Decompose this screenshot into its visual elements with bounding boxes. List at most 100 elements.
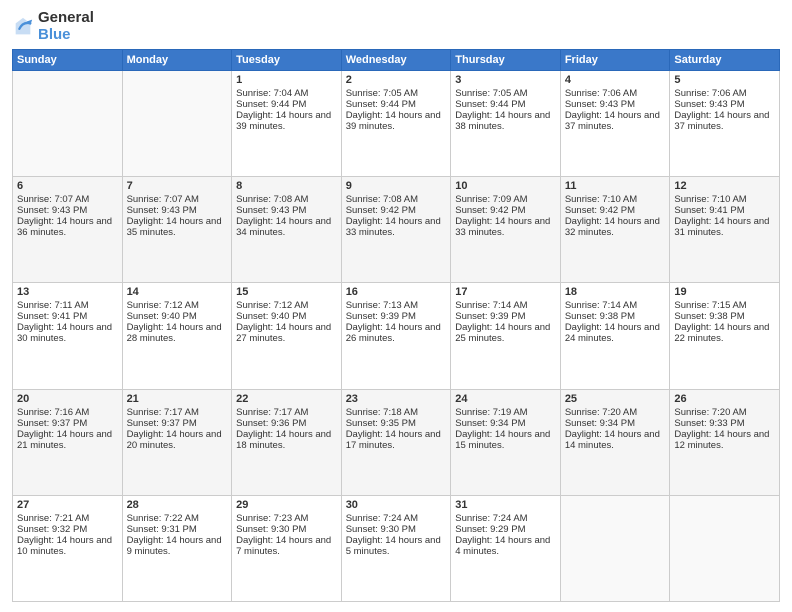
sunrise-text: Sunrise: 7:10 AM [565,194,666,205]
weekday-header-sunday: Sunday [13,50,123,71]
daylight-text: Daylight: 14 hours and 31 minutes. [674,216,775,238]
day-number: 20 [17,393,118,405]
daylight-text: Daylight: 14 hours and 12 minutes. [674,429,775,451]
sunset-text: Sunset: 9:35 PM [346,418,447,429]
calendar-cell: 10Sunrise: 7:09 AMSunset: 9:42 PMDayligh… [451,177,561,283]
daylight-text: Daylight: 14 hours and 37 minutes. [565,110,666,132]
sunset-text: Sunset: 9:40 PM [236,311,337,322]
calendar-cell: 13Sunrise: 7:11 AMSunset: 9:41 PMDayligh… [13,283,123,389]
sunset-text: Sunset: 9:43 PM [236,205,337,216]
sunset-text: Sunset: 9:43 PM [127,205,228,216]
sunset-text: Sunset: 9:44 PM [346,99,447,110]
daylight-text: Daylight: 14 hours and 39 minutes. [236,110,337,132]
day-number: 16 [346,286,447,298]
daylight-text: Daylight: 14 hours and 32 minutes. [565,216,666,238]
calendar-cell: 7Sunrise: 7:07 AMSunset: 9:43 PMDaylight… [122,177,232,283]
logo-text: General Blue [38,10,94,43]
sunset-text: Sunset: 9:41 PM [17,311,118,322]
day-number: 6 [17,180,118,192]
sunrise-text: Sunrise: 7:05 AM [455,88,556,99]
sunset-text: Sunset: 9:43 PM [17,205,118,216]
sunrise-text: Sunrise: 7:08 AM [346,194,447,205]
sunset-text: Sunset: 9:44 PM [236,99,337,110]
weekday-header-wednesday: Wednesday [341,50,451,71]
daylight-text: Daylight: 14 hours and 4 minutes. [455,535,556,557]
calendar-cell: 4Sunrise: 7:06 AMSunset: 9:43 PMDaylight… [560,71,670,177]
sunset-text: Sunset: 9:43 PM [674,99,775,110]
daylight-text: Daylight: 14 hours and 20 minutes. [127,429,228,451]
page: General Blue SundayMondayTuesdayWednesda… [0,0,792,612]
day-number: 2 [346,74,447,86]
daylight-text: Daylight: 14 hours and 18 minutes. [236,429,337,451]
logo-icon [12,16,34,38]
calendar-cell: 3Sunrise: 7:05 AMSunset: 9:44 PMDaylight… [451,71,561,177]
calendar-cell: 15Sunrise: 7:12 AMSunset: 9:40 PMDayligh… [232,283,342,389]
sunset-text: Sunset: 9:37 PM [17,418,118,429]
calendar-cell: 5Sunrise: 7:06 AMSunset: 9:43 PMDaylight… [670,71,780,177]
sunrise-text: Sunrise: 7:14 AM [455,300,556,311]
day-number: 11 [565,180,666,192]
calendar-cell: 1Sunrise: 7:04 AMSunset: 9:44 PMDaylight… [232,71,342,177]
day-number: 26 [674,393,775,405]
daylight-text: Daylight: 14 hours and 14 minutes. [565,429,666,451]
calendar-cell [122,71,232,177]
sunrise-text: Sunrise: 7:15 AM [674,300,775,311]
day-number: 12 [674,180,775,192]
daylight-text: Daylight: 14 hours and 33 minutes. [346,216,447,238]
calendar: SundayMondayTuesdayWednesdayThursdayFrid… [12,49,780,602]
weekday-header-thursday: Thursday [451,50,561,71]
day-number: 13 [17,286,118,298]
sunset-text: Sunset: 9:42 PM [565,205,666,216]
day-number: 5 [674,74,775,86]
daylight-text: Daylight: 14 hours and 33 minutes. [455,216,556,238]
daylight-text: Daylight: 14 hours and 27 minutes. [236,322,337,344]
daylight-text: Daylight: 14 hours and 9 minutes. [127,535,228,557]
calendar-cell: 23 Sunrise: 7:18 AMSunset: 9:35 PMDayligh… [341,389,451,495]
weekday-header-tuesday: Tuesday [232,50,342,71]
calendar-cell: 8Sunrise: 7:08 AMSunset: 9:43 PMDaylight… [232,177,342,283]
day-number: 18 [565,286,666,298]
daylight-text: Daylight: 14 hours and 5 minutes. [346,535,447,557]
day-number: 25 [565,393,666,405]
calendar-cell: 29Sunrise: 7:23 AMSunset: 9:30 PMDayligh… [232,495,342,601]
sunset-text: Sunset: 9:42 PM [455,205,556,216]
day-number: 17 [455,286,556,298]
sunset-text: Sunset: 9:38 PM [674,311,775,322]
daylight-text: Daylight: 14 hours and 37 minutes. [674,110,775,132]
weekday-header-friday: Friday [560,50,670,71]
day-number: 27 [17,499,118,511]
sunrise-text: Sunrise: 7:22 AM [127,513,228,524]
sunrise-text: Sunrise: 7:07 AM [17,194,118,205]
calendar-cell: 16Sunrise: 7:13 AMSunset: 9:39 PMDayligh… [341,283,451,389]
sunrise-text: Sunrise: 7:17 AM [236,407,337,418]
daylight-text: Daylight: 14 hours and 7 minutes. [236,535,337,557]
sunrise-text: Sunrise: 7:07 AM [127,194,228,205]
sunset-text: Sunset: 9:30 PM [236,524,337,535]
sunrise-text: Sunrise: 7:23 AM [236,513,337,524]
sunset-text: Sunset: 9:36 PM [236,418,337,429]
week-row-4: 20Sunrise: 7:16 AMSunset: 9:37 PMDayligh… [13,389,780,495]
sunset-text: Sunset: 9:42 PM [346,205,447,216]
sunrise-text: Sunrise: 7:18 AM [346,407,447,418]
daylight-text: Daylight: 14 hours and 22 minutes. [674,322,775,344]
calendar-cell: 21Sunrise: 7:17 AMSunset: 9:37 PMDayligh… [122,389,232,495]
calendar-cell: 17Sunrise: 7:14 AMSunset: 9:39 PMDayligh… [451,283,561,389]
day-number: 31 [455,499,556,511]
day-number: 9 [346,180,447,192]
sunrise-text: Sunrise: 7:20 AM [674,407,775,418]
calendar-cell: 25Sunrise: 7:20 AMSunset: 9:34 PMDayligh… [560,389,670,495]
sunset-text: Sunset: 9:43 PM [565,99,666,110]
day-number: 3 [455,74,556,86]
calendar-cell [13,71,123,177]
day-number: 23 [346,393,447,405]
sunset-text: Sunset: 9:31 PM [127,524,228,535]
daylight-text: Daylight: 14 hours and 17 minutes. [346,429,447,451]
weekday-header-monday: Monday [122,50,232,71]
sunrise-text: Sunrise: 7:24 AM [346,513,447,524]
weekday-header-saturday: Saturday [670,50,780,71]
weekday-header-row: SundayMondayTuesdayWednesdayThursdayFrid… [13,50,780,71]
sunrise-text: Sunrise: 7:24 AM [455,513,556,524]
sunrise-text: Sunrise: 7:13 AM [346,300,447,311]
calendar-cell: 9 Sunrise: 7:08 AMSunset: 9:42 PMDaylight… [341,177,451,283]
week-row-3: 13Sunrise: 7:11 AMSunset: 9:41 PMDayligh… [13,283,780,389]
